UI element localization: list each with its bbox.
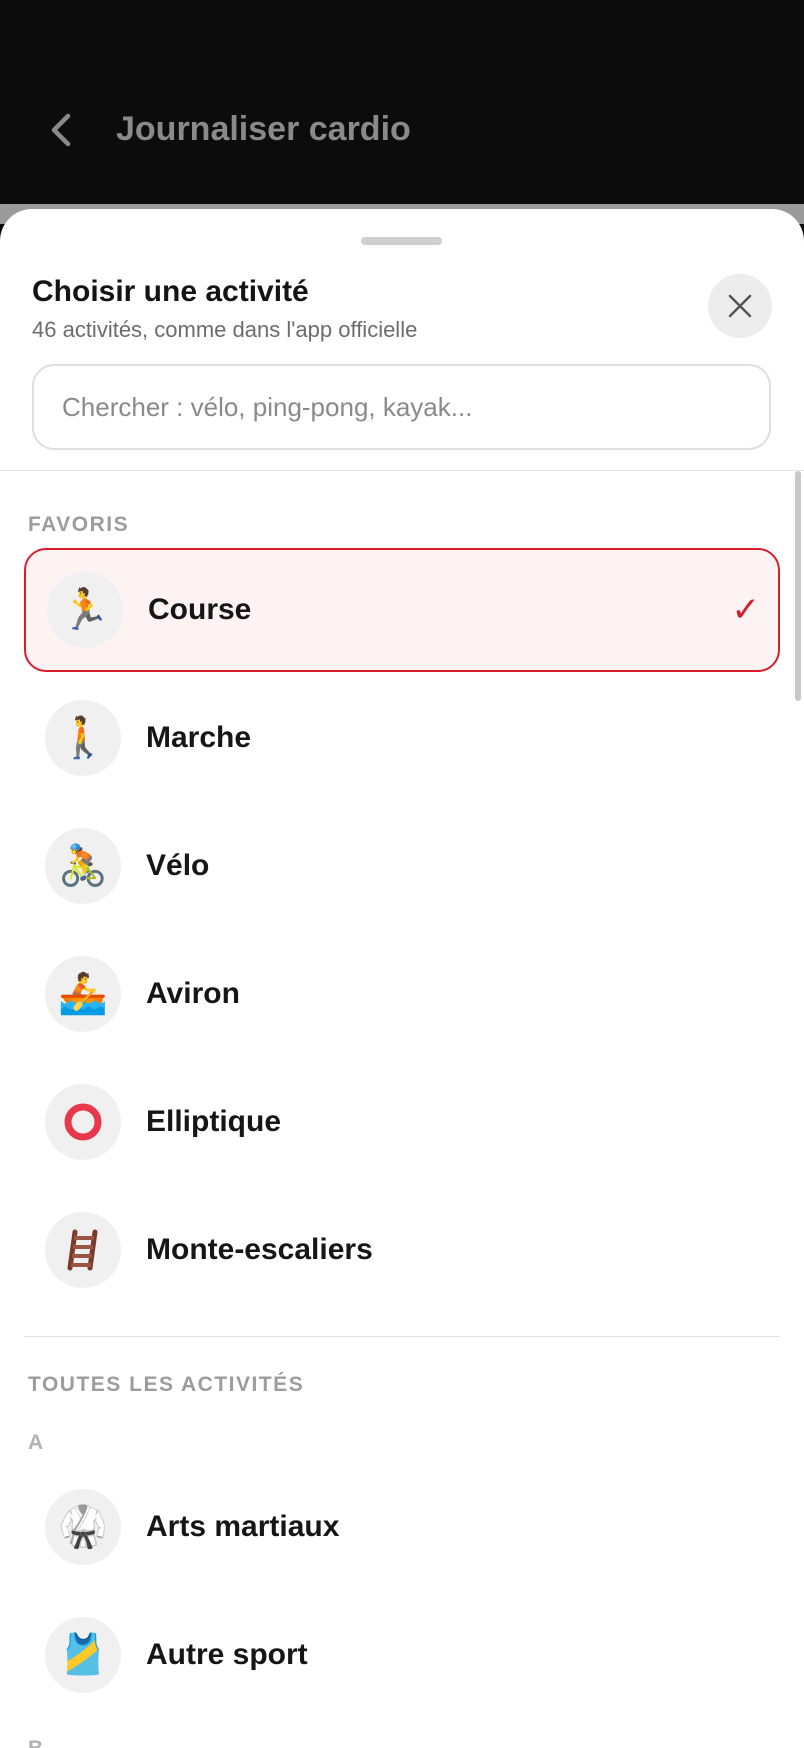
- list-item-label: Vélo: [146, 849, 210, 882]
- scrollbar[interactable]: [795, 471, 801, 701]
- cycling-icon: 🚴: [45, 828, 121, 904]
- list-item-arts-martiaux[interactable]: 🥋 Arts martiaux: [24, 1465, 780, 1589]
- list-item-course[interactable]: 🏃 Course ✓: [24, 548, 780, 672]
- list-item-label: Elliptique: [146, 1105, 281, 1138]
- page-title: Journaliser cardio: [116, 110, 411, 148]
- martial-arts-uniform-icon: 🥋: [45, 1489, 121, 1565]
- section-header-all: TOUTES LES ACTIVITÉS: [28, 1373, 305, 1396]
- list-item-label: Marche: [146, 721, 252, 754]
- sheet-title: Choisir une activité: [32, 275, 309, 308]
- letter-header-b: B: [28, 1737, 43, 1748]
- back-button[interactable]: [36, 106, 84, 154]
- section-divider: [24, 1336, 780, 1337]
- close-icon: [728, 294, 752, 318]
- sheet-subtitle: 46 activités, comme dans l'app officiell…: [32, 317, 418, 342]
- chevron-left-icon: [51, 113, 71, 147]
- list-item-elliptique[interactable]: Elliptique: [24, 1060, 780, 1184]
- letter-header-a: A: [28, 1431, 44, 1454]
- list-item-label: Course: [148, 593, 252, 626]
- section-header-favorites: FAVORIS: [28, 513, 130, 536]
- activity-list[interactable]: FAVORIS 🏃 Course ✓ 🚶 Marche 🚴 Vélo 🚣 Avi…: [0, 471, 804, 1748]
- ladder-icon: [45, 1212, 121, 1288]
- rowing-icon: 🚣: [45, 956, 121, 1032]
- activity-picker-sheet: Choisir une activité 46 activités, comme…: [0, 209, 804, 1748]
- list-item-label: Aviron: [146, 977, 240, 1010]
- list-item-monte-escaliers[interactable]: Monte-escaliers: [24, 1188, 780, 1312]
- sheet-drag-handle[interactable]: [361, 237, 442, 245]
- top-app-bar: Journaliser cardio: [0, 0, 804, 204]
- list-item-label: Arts martiaux: [146, 1510, 340, 1543]
- list-item-velo[interactable]: 🚴 Vélo: [24, 804, 780, 928]
- close-button[interactable]: [708, 274, 772, 338]
- list-item-marche[interactable]: 🚶 Marche: [24, 676, 780, 800]
- list-item-aviron[interactable]: 🚣 Aviron: [24, 932, 780, 1056]
- list-item-autre-sport[interactable]: 🎽 Autre sport: [24, 1593, 780, 1717]
- search-input[interactable]: [34, 366, 769, 448]
- walking-icon: 🚶: [45, 700, 121, 776]
- list-item-label: Monte-escaliers: [146, 1233, 373, 1266]
- ring-icon: [45, 1084, 121, 1160]
- running-icon: 🏃: [47, 572, 123, 648]
- list-item-label: Autre sport: [146, 1638, 308, 1671]
- checkmark-icon: ✓: [731, 591, 761, 629]
- sport-jersey-icon: 🎽: [45, 1617, 121, 1693]
- search-field[interactable]: [32, 364, 771, 450]
